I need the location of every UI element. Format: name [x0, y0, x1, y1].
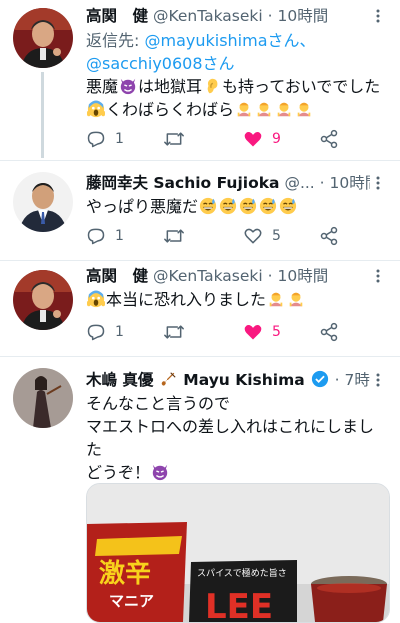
author-handle[interactable]: @... · 10時間 — [284, 174, 370, 192]
text-segment: 本当に恐れ入りました — [106, 290, 267, 309]
share-button[interactable] — [319, 128, 339, 150]
tweet-body: そんなこと言うので マエストロへの差し入れはこれにしました どうぞ！ — [86, 392, 386, 484]
bowing-person-emoji — [237, 102, 251, 117]
text-segment: も持っておいででした — [222, 77, 381, 96]
retweet-icon — [164, 325, 184, 339]
reply-icon — [87, 131, 105, 148]
retweet-icon — [164, 132, 184, 146]
tweet-2[interactable]: 藤岡幸夫 Sachio Fujioka @... · 10時間 やっぱり悪魔だ … — [0, 162, 400, 262]
tweet-actions: 1 9 — [86, 128, 356, 150]
avatar[interactable] — [13, 8, 73, 68]
author-name[interactable]: 高関 健 — [86, 267, 148, 285]
share-icon — [320, 129, 338, 149]
media-product-brand: LEE — [205, 587, 273, 622]
text-segment: くわばらくわばら — [106, 100, 235, 119]
verified-badge-icon — [311, 370, 328, 388]
grinning-sweat-emoji — [219, 197, 237, 215]
bowing-person-emoji — [269, 292, 283, 307]
devil-emoji — [152, 464, 168, 481]
grinning-sweat-emoji — [199, 197, 217, 215]
caret-down-icon[interactable] — [370, 268, 386, 284]
author-handle[interactable]: @KenTakaseki · 10時間 — [153, 267, 328, 285]
violin-icon — [162, 372, 176, 386]
like-count: 5 — [272, 228, 281, 244]
author-name-latin[interactable]: Mayu Kishima — [183, 371, 304, 389]
devil-emoji — [120, 78, 136, 95]
bowing-person-emoji — [289, 292, 303, 307]
like-button[interactable]: 5 — [243, 321, 281, 343]
retweet-icon — [164, 229, 184, 243]
retweet-button[interactable] — [163, 128, 194, 150]
grinning-sweat-emoji — [279, 197, 297, 215]
tweet-actions: 1 5 — [86, 225, 356, 247]
like-button[interactable]: 5 — [243, 225, 281, 247]
avatar[interactable] — [13, 270, 73, 330]
avatar[interactable] — [13, 172, 73, 232]
text-line: マエストロへの差し入れはこれにしました — [86, 417, 375, 459]
grinning-sweat-emoji — [239, 197, 257, 215]
screaming-face-emoji — [87, 290, 105, 308]
bowing-person-emoji — [257, 102, 271, 117]
caret-down-icon[interactable] — [370, 175, 386, 191]
text-line: そんなこと言うので — [86, 394, 231, 413]
reply-count: 1 — [115, 131, 124, 147]
retweet-button[interactable] — [163, 321, 194, 343]
author-name[interactable]: 高関 健 — [86, 7, 148, 25]
reply-count: 1 — [115, 228, 124, 244]
share-button[interactable] — [319, 321, 339, 343]
tweet-actions: 1 5 — [86, 321, 356, 343]
share-icon — [320, 322, 338, 342]
grinning-sweat-emoji — [259, 197, 277, 215]
author-handle[interactable]: @KenTakaseki · 10時間 — [153, 7, 328, 25]
retweet-button[interactable] — [163, 225, 194, 247]
like-count: 9 — [272, 131, 281, 147]
reply-to-label: 返信先: — [86, 31, 145, 50]
tweet-body: やっぱり悪魔だ — [86, 195, 388, 218]
author-name[interactable]: 藤岡幸夫 Sachio Fujioka — [86, 174, 280, 192]
like-button[interactable]: 9 — [243, 128, 281, 150]
bowing-person-emoji — [297, 102, 311, 117]
media-product-subtitle: マニア — [109, 592, 154, 610]
like-count: 5 — [272, 324, 281, 340]
like-icon — [244, 325, 262, 340]
tweet-1[interactable]: 高関 健 @KenTakaseki · 10時間 返信先: @mayukishi… — [0, 0, 400, 158]
reply-icon — [87, 324, 105, 341]
tweet-time[interactable]: · 7時間 — [335, 371, 370, 389]
tweet-text: 返信先: @mayukishimaさん、@sacchiy0608さん — [86, 29, 388, 75]
share-button[interactable] — [319, 225, 339, 247]
reply-button[interactable]: 1 — [86, 128, 124, 150]
author-name[interactable]: 木嶋 真優 — [86, 371, 153, 389]
tweet-body: 本当に恐れ入りました — [86, 288, 388, 311]
share-icon — [320, 226, 338, 246]
reply-icon — [87, 228, 105, 245]
reply-button[interactable]: 1 — [86, 225, 124, 247]
thread-line — [41, 72, 44, 158]
text-segment: やっぱり悪魔だ — [86, 197, 199, 216]
caret-down-icon[interactable] — [370, 372, 386, 388]
tweet-3[interactable]: 高関 健 @KenTakaseki · 10時間 本当に恐れ入りました 1 5 — [0, 261, 400, 361]
text-segment: は地獄耳 — [138, 77, 203, 96]
like-icon — [244, 228, 262, 244]
text-segment: 悪魔 — [86, 77, 119, 96]
media-product-title: 激辛 — [99, 558, 151, 589]
screaming-face-emoji — [87, 100, 105, 118]
tweet-body: 悪魔 は地獄耳 も持っておいででしたくわばらくわばら — [86, 75, 388, 121]
media-product-tagline: スパイスで極めた旨さ — [197, 567, 287, 579]
media-image[interactable]: 激辛 マニア スパイスで極めた旨さ LEE — [86, 483, 390, 623]
avatar[interactable] — [13, 368, 73, 428]
caret-down-icon[interactable] — [370, 8, 386, 24]
ear-emoji — [207, 78, 218, 94]
bowing-person-emoji — [277, 102, 291, 117]
divider — [0, 160, 400, 161]
reply-count: 1 — [115, 324, 124, 340]
like-icon — [244, 132, 262, 147]
reply-button[interactable]: 1 — [86, 321, 124, 343]
text-line: どうぞ！ — [86, 463, 151, 482]
